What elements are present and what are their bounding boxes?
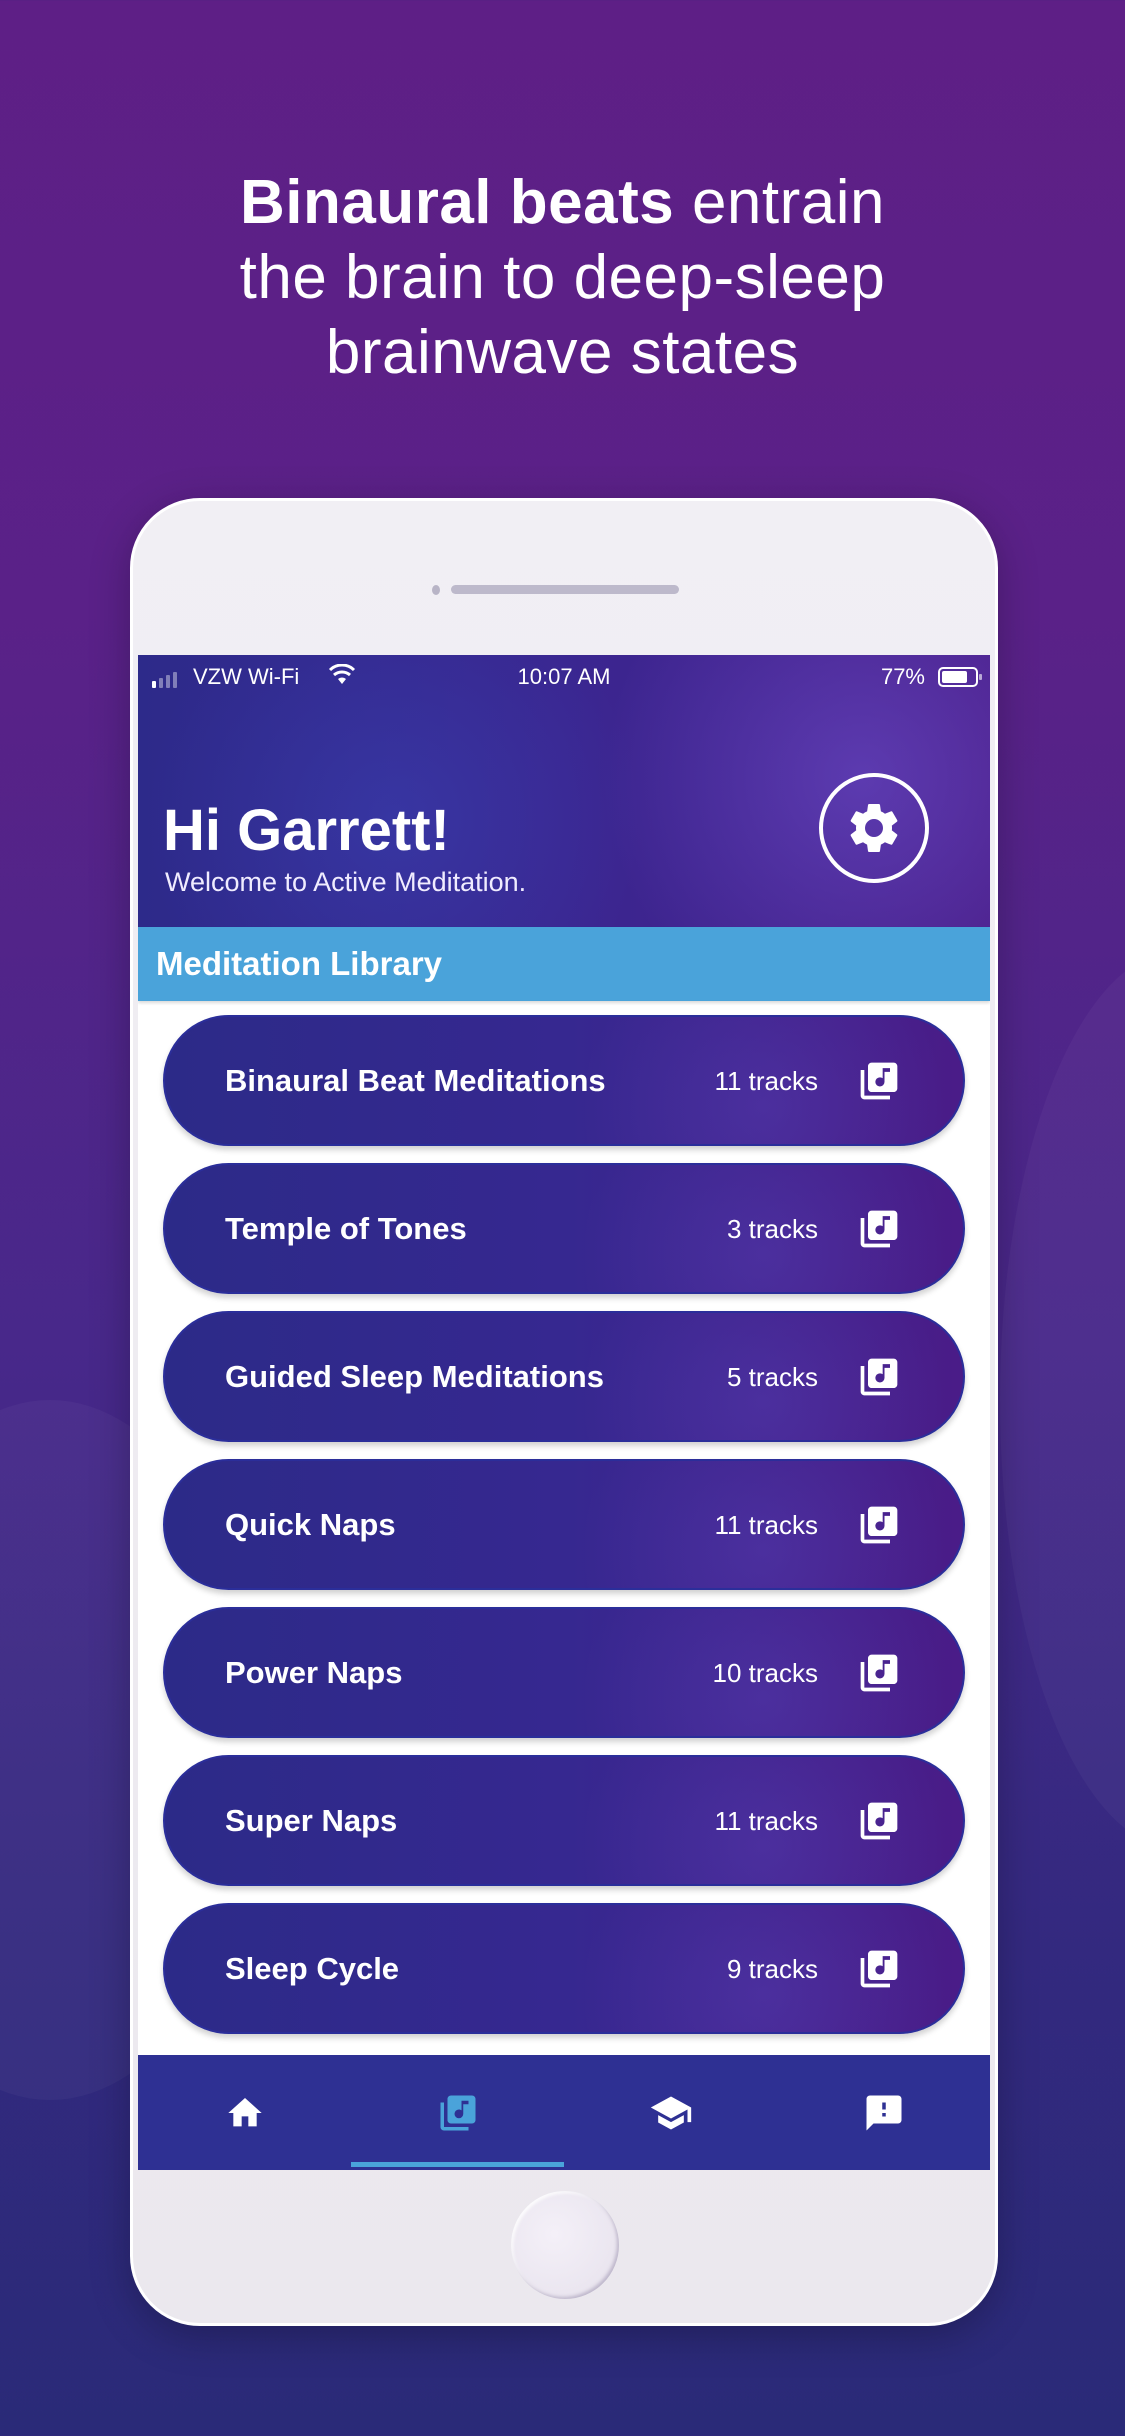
home-icon: [227, 2097, 262, 2126]
headline-rest: entrain: [674, 168, 886, 237]
app-screen: VZW Wi-Fi 10:07 AM 77% Hi Garrett! Welco…: [138, 655, 990, 2170]
feedback-icon: [866, 2095, 901, 2130]
marketing-headline: Binaural beats entrain the brain to deep…: [0, 165, 1125, 390]
library-item[interactable]: Super Naps 11 tracks: [163, 1755, 965, 1886]
library-item[interactable]: Binaural Beat Meditations 11 tracks: [163, 1015, 965, 1146]
library-item[interactable]: Guided Sleep Meditations 5 tracks: [163, 1311, 965, 1442]
earpiece-speaker: [451, 585, 679, 594]
library-item-title: Temple of Tones: [225, 1211, 467, 1246]
library-item-title: Sleep Cycle: [225, 1951, 400, 1986]
library-music-icon: [860, 1802, 898, 1840]
library-music-icon: [860, 1950, 898, 1988]
playlist-icon: [857, 1355, 901, 1404]
greeting-subtitle: Welcome to Active Meditation.: [165, 867, 527, 897]
headline-line-2: the brain to deep-sleep: [239, 243, 886, 312]
section-title: Meditation Library: [156, 945, 443, 982]
library-item-title: Binaural Beat Meditations: [225, 1063, 606, 1098]
tab-home[interactable]: [138, 2055, 351, 2170]
background-wave: [1000, 950, 1125, 1850]
settings-button[interactable]: [819, 773, 929, 883]
library-music-icon: [860, 1358, 898, 1396]
playlist-icon: [857, 1059, 901, 1108]
library-item[interactable]: Temple of Tones 3 tracks: [163, 1163, 965, 1294]
playlist-icon: [857, 1503, 901, 1552]
library-music-icon: [440, 2095, 475, 2130]
school-icon: [650, 2096, 691, 2129]
library-item-title: Power Naps: [225, 1655, 403, 1690]
home-button[interactable]: [511, 2191, 619, 2299]
header-banner: VZW Wi-Fi 10:07 AM 77% Hi Garrett! Welco…: [138, 655, 990, 927]
library-item-track-count: 11 tracks: [714, 1806, 818, 1836]
library-item[interactable]: Power Naps 10 tracks: [163, 1607, 965, 1738]
library-music-icon: [860, 1506, 898, 1544]
status-time: 10:07 AM: [517, 664, 611, 689]
library-item-title: Quick Naps: [225, 1507, 396, 1542]
section-header: Meditation Library: [138, 927, 990, 1001]
greeting-title: Hi Garrett!: [163, 798, 450, 863]
playlist-icon: [857, 1207, 901, 1256]
status-bar: VZW Wi-Fi 10:07 AM 77%: [138, 655, 990, 699]
battery-icon: [938, 667, 982, 687]
playlist-icon: [857, 1799, 901, 1848]
active-tab-indicator: [351, 2162, 564, 2167]
headline-line-3: brainwave states: [325, 318, 800, 387]
bottom-tab-bar: [138, 2055, 990, 2170]
library-list: Binaural Beat Meditations 11 tracks Temple…: [163, 1015, 965, 2051]
tab-feedback[interactable]: [777, 2055, 990, 2170]
library-music-icon: [860, 1062, 898, 1100]
headline-bold: Binaural beats: [239, 168, 675, 237]
library-music-icon: [860, 1654, 898, 1692]
library-music-icon: [860, 1210, 898, 1248]
library-item-track-count: 3 tracks: [726, 1214, 818, 1244]
tab-library[interactable]: [351, 2055, 564, 2170]
gear-icon: [850, 803, 898, 852]
battery-percent: 77%: [880, 664, 925, 689]
library-item-title: Super Naps: [225, 1803, 398, 1838]
library-item-track-count: 11 tracks: [714, 1066, 818, 1096]
front-camera: [432, 585, 440, 595]
library-item-title: Guided Sleep Meditations: [225, 1359, 604, 1394]
library-item-track-count: 10 tracks: [712, 1658, 819, 1688]
library-item-track-count: 5 tracks: [726, 1362, 818, 1392]
library-item[interactable]: Quick Naps 11 tracks: [163, 1459, 965, 1590]
playlist-icon: [857, 1651, 901, 1700]
library-item[interactable]: Sleep Cycle 9 tracks: [163, 1903, 965, 2034]
library-item-track-count: 11 tracks: [714, 1510, 818, 1540]
playlist-icon: [857, 1947, 901, 1996]
tab-learn[interactable]: [564, 2055, 777, 2170]
library-item-track-count: 9 tracks: [726, 1954, 818, 1984]
